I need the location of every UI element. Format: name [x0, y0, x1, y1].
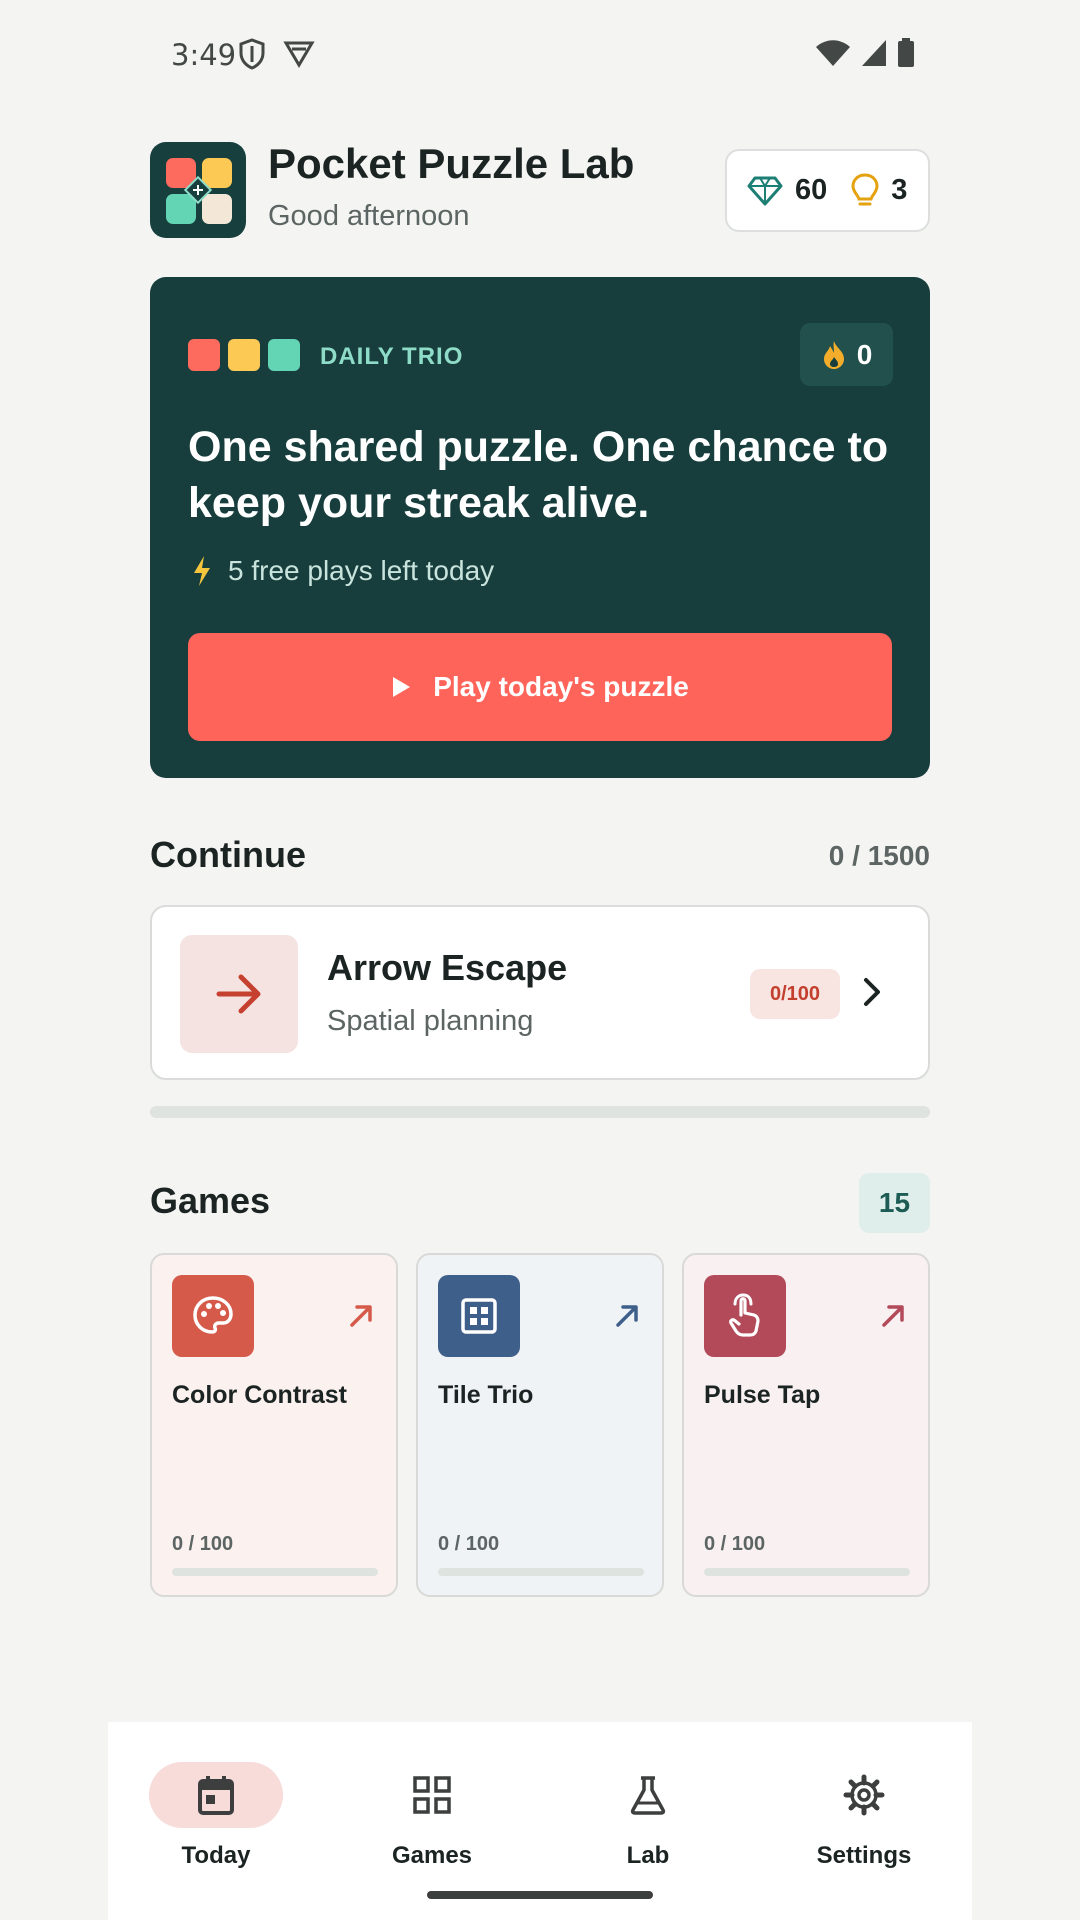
flask-icon [630, 1776, 666, 1815]
overall-progress-bar [150, 1106, 930, 1118]
grid-tile-icon [461, 1298, 497, 1334]
play-icon [393, 677, 411, 697]
battery-icon [898, 38, 914, 67]
greeting-text: Good afternoon [268, 200, 470, 232]
wifi-icon [816, 40, 850, 66]
nav-item-lab[interactable]: Lab [540, 1742, 756, 1882]
continue-heading: Continue [150, 834, 306, 875]
arrow-up-right-icon [882, 1305, 904, 1327]
nav-pill [581, 1762, 715, 1828]
daily-trio-card: DAILY TRIO 0 One shared puzzle. One chan… [150, 277, 930, 778]
daily-label: DAILY TRIO [320, 343, 464, 370]
game-icon-tile [172, 1275, 254, 1357]
home-indicator[interactable] [427, 1891, 653, 1899]
plays-left-text: 5 free plays left today [228, 555, 495, 586]
play-daily-button[interactable]: Play today's puzzle [188, 633, 892, 741]
game-name: Pulse Tap [704, 1381, 821, 1409]
status-right-icons [815, 38, 915, 68]
lightning-icon [194, 556, 210, 586]
gems-count: 60 [795, 174, 828, 206]
flame-icon [823, 340, 844, 369]
streak-badge: 0 [800, 323, 893, 386]
play-daily-label: Play today's puzzle [433, 671, 689, 702]
status-time: 3:49 [171, 38, 237, 72]
continue-game-name: Arrow Escape [327, 947, 568, 988]
gear-icon [843, 1774, 885, 1816]
nav-label: Lab [626, 1842, 670, 1869]
signal-icon [862, 40, 886, 66]
game-icon-tile [438, 1275, 520, 1357]
continue-total: 0 / 1500 [828, 840, 930, 871]
calendar-icon [198, 1776, 234, 1815]
gem-icon [747, 176, 783, 205]
game-progress-bar [438, 1568, 644, 1576]
plays-left: 5 free plays left today [192, 555, 494, 587]
chevron-right-icon [864, 978, 880, 1006]
continue-progress-badge: 0/100 [750, 969, 840, 1019]
game-name: Tile Trio [438, 1381, 534, 1409]
shield-icon [239, 38, 265, 70]
streak-count: 0 [856, 338, 873, 370]
daily-square-yellow [228, 339, 260, 371]
daily-square-teal [268, 339, 300, 371]
game-progress-bar [704, 1568, 910, 1576]
grid-icon [413, 1776, 451, 1814]
arrow-up-right-icon [350, 1305, 372, 1327]
games-heading: Games [150, 1180, 271, 1221]
game-icon-tile [704, 1275, 786, 1357]
game-card-tile-trio[interactable]: Tile Trio 0 / 100 [416, 1253, 664, 1597]
app-logo [150, 142, 246, 238]
nav-item-today[interactable]: Today [108, 1742, 324, 1882]
tap-icon [729, 1293, 760, 1337]
app-logo-icon [166, 158, 232, 224]
game-progress-bar [172, 1568, 378, 1576]
daily-headline: One shared puzzle. One chance to keep yo… [188, 423, 889, 527]
game-progress-text: 0 / 100 [704, 1533, 766, 1555]
continue-game-card[interactable]: Arrow Escape Spatial planning 0/100 [150, 905, 930, 1080]
games-count-badge: 15 [859, 1173, 930, 1233]
nav-label: Settings [816, 1842, 912, 1869]
daily-color-squares [188, 339, 300, 371]
game-card-color-contrast[interactable]: Color Contrast 0 / 100 [150, 1253, 398, 1597]
status-bar: 3:49 [0, 0, 1080, 110]
daily-square-red [188, 339, 220, 371]
game-name: Color Contrast [172, 1381, 347, 1409]
arrow-right-icon [216, 974, 261, 1014]
continue-game-category: Spatial planning [327, 1005, 534, 1037]
palette-icon [193, 1296, 233, 1334]
nav-item-settings[interactable]: Settings [756, 1742, 972, 1882]
nav-pill [365, 1762, 499, 1828]
nav-pill [797, 1762, 931, 1828]
game-card-pulse-tap[interactable]: Pulse Tap 0 / 100 [682, 1253, 930, 1597]
nav-item-games[interactable]: Games [324, 1742, 540, 1882]
vpn-icon [283, 41, 315, 68]
arrow-up-right-icon [616, 1305, 638, 1327]
game-progress-text: 0 / 100 [438, 1533, 500, 1555]
app-title: Pocket Puzzle Lab [268, 140, 635, 187]
game-progress-text: 0 / 100 [172, 1533, 234, 1555]
lightbulb-icon [851, 172, 879, 205]
continue-game-icon-tile [180, 935, 298, 1053]
hints-count: 3 [891, 174, 908, 206]
wallet-balance[interactable]: 60 3 [725, 149, 930, 232]
nav-label: Today [181, 1842, 251, 1869]
nav-label: Games [391, 1842, 473, 1869]
nav-pill [149, 1762, 283, 1828]
